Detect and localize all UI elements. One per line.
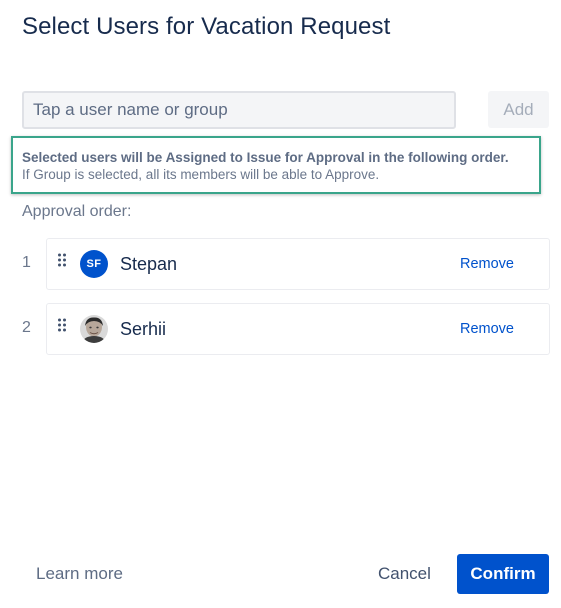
avatar-photo (80, 315, 108, 343)
drag-handle-icon[interactable] (57, 317, 67, 333)
select-users-dialog: Select Users for Vacation Request Add Se… (0, 0, 561, 608)
approver-order-number: 2 (22, 319, 31, 336)
approver-name: Stepan (120, 254, 178, 274)
drag-handle-icon[interactable] (57, 252, 67, 268)
dialog-title: Select Users for Vacation Request (22, 13, 391, 40)
approver-name: Serhii (120, 319, 167, 339)
confirm-button[interactable]: Confirm (457, 554, 549, 594)
info-text-primary: Selected users will be Assigned to Issue… (22, 150, 509, 165)
avatar: SF (80, 250, 108, 278)
add-button[interactable]: Add (488, 91, 549, 128)
remove-approver-link[interactable]: Remove (460, 321, 514, 337)
approver-order-number: 1 (22, 254, 31, 271)
approval-info-box: Selected users will be Assigned to Issue… (11, 136, 541, 194)
cancel-button[interactable]: Cancel (366, 555, 443, 593)
info-text-secondary: If Group is selected, all its members wi… (22, 167, 380, 182)
approver-row: 2 Serhii Remove (0, 303, 561, 355)
approver-card[interactable]: Serhii Remove (46, 303, 550, 355)
approver-card[interactable]: SF Stepan Remove (46, 238, 550, 290)
learn-more-button[interactable]: Learn more (25, 555, 134, 593)
user-search-input[interactable] (22, 91, 456, 129)
approver-row: 1 SF Stepan Remove (0, 238, 561, 290)
approval-order-label: Approval order: (22, 203, 132, 220)
remove-approver-link[interactable]: Remove (460, 256, 514, 272)
